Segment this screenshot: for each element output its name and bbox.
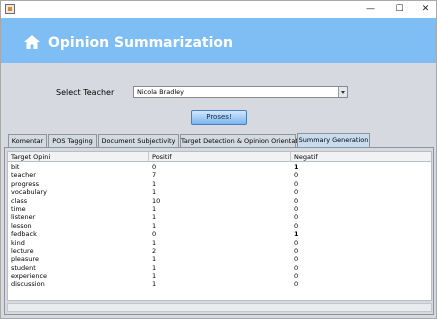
positif-cell: 1 [152,255,157,264]
negatif-cell: 0 [294,255,299,264]
summary-panel: Target Opini Positif Negatif bit 0 1 teache… [4,147,434,315]
table-row[interactable]: listener 1 0 [8,213,431,222]
maximize-button[interactable]: ☐ [386,1,413,17]
negatif-cell: 0 [294,263,299,272]
chevron-down-icon[interactable] [338,87,347,97]
table-row[interactable]: time 1 0 [8,204,431,213]
horizontal-scrollbar[interactable] [7,303,432,312]
column-header-target[interactable]: Target Opini [8,152,149,162]
positif-cell: 1 [152,272,157,281]
table-row[interactable]: student 1 0 [8,263,431,272]
tab-summary-generation[interactable]: Summary Generation [297,133,370,147]
table-row[interactable]: discussion 1 0 [8,280,431,289]
table-row[interactable]: teacher 7 0 [8,171,431,180]
positif-cell: 1 [152,221,157,230]
table-body: bit 0 1 teacher 7 0 progress 1 0 vocabulary 1 0 clas… [8,163,431,289]
positif-cell: 1 [152,188,157,197]
minimize-button[interactable]: — [357,1,384,17]
target-cell: lesson [11,221,32,230]
table-row[interactable]: bit 0 1 [8,163,431,171]
target-cell: progress [11,179,40,188]
positif-cell: 2 [152,246,157,255]
column-header-negatif[interactable]: Negatif [291,152,431,162]
table-row[interactable]: progress 1 0 [8,179,431,188]
target-cell: lecture [11,246,34,255]
tab-document-subjectivity[interactable]: Document Subjectivity [98,134,179,147]
target-cell: teacher [11,171,36,180]
table-row[interactable]: experience 1 0 [8,272,431,281]
tab-komentar[interactable]: Komentar [8,134,47,147]
java-app-icon [5,4,15,14]
target-cell: student [11,263,36,272]
negatif-cell: 0 [294,171,299,180]
page-title: Opinion Summarization [48,35,233,51]
negatif-cell: 0 [294,204,299,213]
summary-table: Target Opini Positif Negatif bit 0 1 teache… [7,151,432,301]
positif-cell: 1 [152,263,157,272]
proses-button[interactable]: Proses! [191,110,247,125]
table-row[interactable]: fedback 0 1 [8,230,431,239]
target-cell: discussion [11,280,45,289]
table-row[interactable]: pleasure 1 0 [8,255,431,264]
negatif-cell: 0 [294,280,299,289]
negatif-cell: 0 [294,196,299,205]
positif-cell: 1 [152,280,157,289]
close-button[interactable]: ✕ [412,1,437,17]
column-header-positif[interactable]: Positif [149,152,291,162]
negatif-cell: 0 [294,221,299,230]
negatif-cell: 0 [294,188,299,197]
app-window: — ☐ ✕ Opinion Summarization Select Teach… [0,0,437,319]
positif-cell: 1 [152,238,157,247]
positif-cell: 0 [152,230,157,239]
negatif-cell: 0 [294,272,299,281]
table-row[interactable]: kind 1 0 [8,238,431,247]
tab-pos-tagging[interactable]: POS Tagging [48,134,97,147]
table-row[interactable]: lecture 2 0 [8,246,431,255]
negatif-cell: 1 [294,230,299,239]
header-banner: Opinion Summarization [1,18,436,63]
target-cell: class [11,196,28,205]
positif-cell: 10 [152,196,161,205]
target-cell: experience [11,272,48,281]
target-cell: vocabulary [11,188,47,197]
positif-cell: 0 [152,163,157,171]
select-teacher-label: Select Teacher [56,88,115,97]
teacher-dropdown-value: Nicola Bradley [137,88,184,96]
title-bar: — ☐ ✕ [1,1,436,18]
negatif-cell: 0 [294,213,299,222]
tab-target-detection[interactable]: Target Detection & Opinion Orientation [180,134,308,147]
negatif-cell: 0 [294,246,299,255]
positif-cell: 1 [152,213,157,222]
home-icon [24,35,40,49]
negatif-cell: 0 [294,179,299,188]
target-cell: kind [11,238,25,247]
negatif-cell: 1 [294,163,299,171]
table-row[interactable]: vocabulary 1 0 [8,188,431,197]
target-cell: bit [11,163,20,171]
negatif-cell: 0 [294,238,299,247]
target-cell: fedback [11,230,37,239]
teacher-dropdown[interactable]: Nicola Bradley [133,86,348,98]
positif-cell: 1 [152,179,157,188]
target-cell: time [11,204,26,213]
target-cell: pleasure [11,255,39,264]
table-row[interactable]: class 10 0 [8,196,431,205]
target-cell: listener [11,213,36,222]
table-row[interactable]: lesson 1 0 [8,221,431,230]
table-header: Target Opini Positif Negatif [8,152,431,162]
positif-cell: 1 [152,204,157,213]
positif-cell: 7 [152,171,157,180]
